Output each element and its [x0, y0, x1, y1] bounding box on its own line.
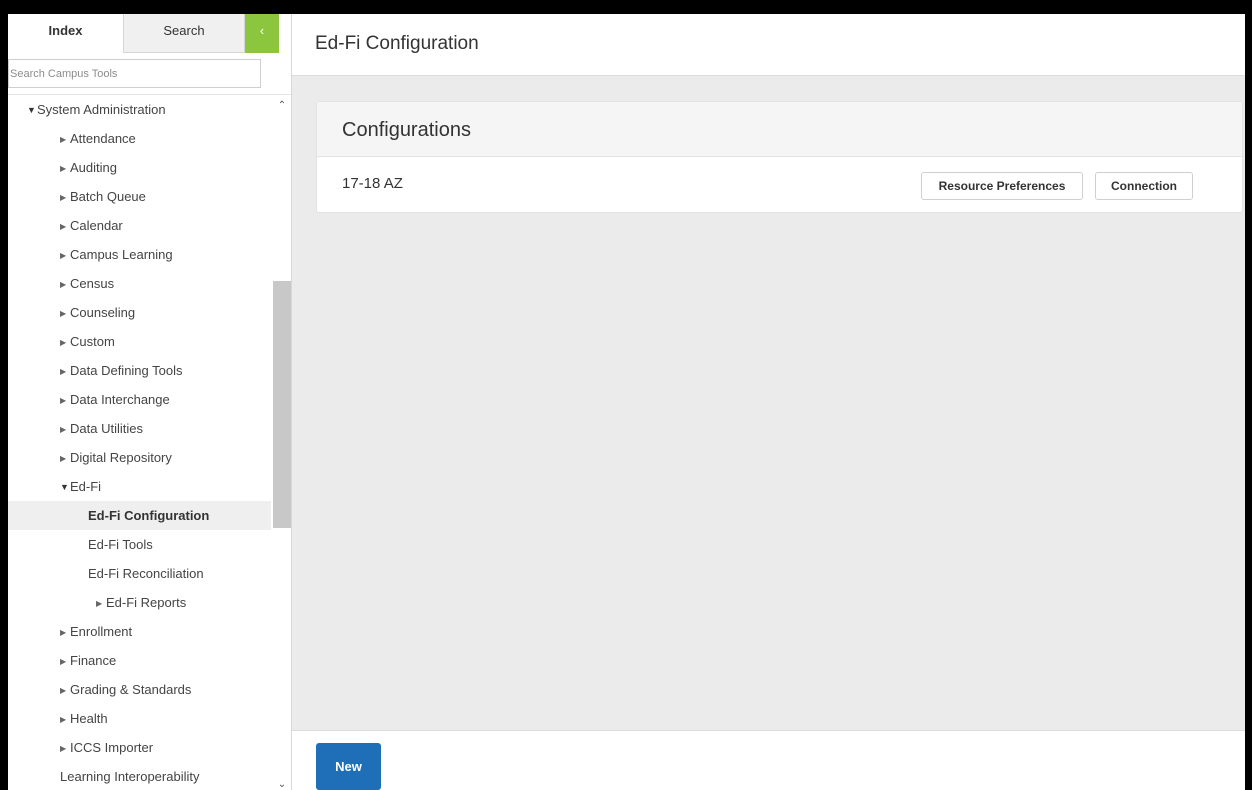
window-border-top [0, 0, 1252, 14]
tree-item-label: Finance [70, 653, 117, 668]
tree-item-attendance[interactable]: ▶ Attendance [8, 124, 271, 153]
configurations-panel: Configurations 17-18 AZ Resource Prefere… [316, 101, 1243, 213]
tree-item-label: Ed-Fi [70, 479, 102, 494]
configuration-name: 17-18 AZ [342, 175, 403, 192]
tree-item-iccs-importer[interactable]: ▶ ICCS Importer [8, 733, 271, 762]
triangle-right-icon: ▶ [60, 686, 67, 695]
tree-item-data-defining-tools[interactable]: ▶ Data Defining Tools [8, 356, 271, 385]
triangle-right-icon: ▶ [60, 425, 67, 434]
triangle-right-icon: ▶ [96, 599, 103, 608]
tree-item-label: Calendar [70, 218, 123, 233]
sidebar: Index Search ‹ ▼System Administration ▶A… [8, 14, 292, 790]
triangle-right-icon: ▶ [60, 628, 67, 637]
app-window: Index Search ‹ ▼System Administration ▶A… [0, 0, 1252, 790]
triangle-right-icon: ▶ [60, 396, 67, 405]
tree-item-label: Ed-Fi Tools [88, 537, 153, 552]
connection-button[interactable]: Connection [1095, 172, 1193, 200]
tree-item-label: ICCS Importer [70, 740, 154, 755]
triangle-right-icon: ▶ [60, 309, 67, 318]
triangle-right-icon: ▶ [60, 251, 67, 260]
tree-item-label: Ed-Fi Configuration [88, 508, 210, 523]
collapse-sidebar-button[interactable]: ‹ [245, 14, 279, 53]
tree-item-label: Census [70, 276, 115, 291]
tree-item-system-administration[interactable]: ▼System Administration [8, 95, 271, 124]
triangle-right-icon: ▶ [60, 715, 67, 724]
window-border-right [1245, 0, 1252, 790]
triangle-right-icon: ▶ [60, 222, 67, 231]
triangle-down-icon: ▼ [60, 482, 69, 492]
triangle-right-icon: ▶ [60, 193, 67, 202]
tree-item-label: System Administration [37, 102, 166, 117]
page-title: Ed-Fi Configuration [315, 33, 479, 54]
tree-item-label: Health [70, 711, 108, 726]
triangle-right-icon: ▶ [60, 657, 67, 666]
tree-item-label: Attendance [70, 131, 136, 146]
tree-item-health[interactable]: ▶ Health [8, 704, 271, 733]
tree-item-label: Data Defining Tools [70, 363, 183, 378]
tree-item-label: Data Utilities [70, 421, 143, 436]
tree-item-ed-fi-reports[interactable]: ▶ Ed-Fi Reports [8, 588, 271, 617]
tree-item-campus-learning[interactable]: ▶ Campus Learning [8, 240, 271, 269]
new-button[interactable]: New [316, 743, 381, 790]
page-header: Ed-Fi Configuration [292, 14, 1245, 76]
triangle-right-icon: ▶ [60, 164, 67, 173]
scroll-up-icon[interactable]: ⌃ [276, 100, 288, 112]
tool-tree: ▼System Administration ▶ Attendance ▶ Audi… [8, 94, 291, 790]
tree-item-label: Learning Interoperability [60, 769, 200, 784]
tree-item-label: Batch Queue [70, 189, 146, 204]
triangle-right-icon: ▶ [60, 338, 67, 347]
triangle-right-icon: ▶ [60, 454, 67, 463]
tree-item-label: Digital Repository [70, 450, 172, 465]
panel-title: Configurations [342, 119, 471, 141]
search-campus-tools-input[interactable] [8, 59, 261, 88]
tree-item-finance[interactable]: ▶ Finance [8, 646, 271, 675]
tree-item-data-interchange[interactable]: ▶ Data Interchange [8, 385, 271, 414]
tree-item-learning-interoperability[interactable]: Learning Interoperability [8, 762, 271, 790]
sidebar-tabs: Index Search ‹ [8, 14, 291, 53]
sidebar-scrollbar-thumb[interactable] [273, 281, 291, 528]
scroll-down-icon[interactable]: ⌄ [276, 779, 288, 790]
chevron-left-icon: ‹ [259, 23, 265, 38]
tab-search[interactable]: Search [123, 14, 245, 53]
tree-item-label: Custom [70, 334, 115, 349]
action-bar: New [292, 730, 1245, 790]
triangle-right-icon: ▶ [60, 135, 67, 144]
tree-item-census[interactable]: ▶ Census [8, 269, 271, 298]
tree-item-digital-repository[interactable]: ▶ Digital Repository [8, 443, 271, 472]
tree-item-ed-fi-reconciliation[interactable]: Ed-Fi Reconciliation [8, 559, 271, 588]
tree-item-label: Ed-Fi Reports [106, 595, 187, 610]
tree-item-ed-fi-tools[interactable]: Ed-Fi Tools [8, 530, 271, 559]
tree-item-auditing[interactable]: ▶ Auditing [8, 153, 271, 182]
tree-item-ed-fi[interactable]: ▼Ed-Fi [8, 472, 271, 501]
tree-item-label: Enrollment [70, 624, 133, 639]
tree-item-label: Data Interchange [70, 392, 170, 407]
tree-item-label: Auditing [70, 160, 117, 175]
tree-item-label: Grading & Standards [70, 682, 192, 697]
triangle-right-icon: ▶ [60, 280, 67, 289]
tree-item-custom[interactable]: ▶ Custom [8, 327, 271, 356]
triangle-right-icon: ▶ [60, 367, 67, 376]
tree-item-label: Campus Learning [70, 247, 173, 262]
panel-header: Configurations [317, 102, 1242, 157]
tree-item-batch-queue[interactable]: ▶ Batch Queue [8, 182, 271, 211]
tree-item-ed-fi-configuration[interactable]: Ed-Fi Configuration [8, 501, 271, 530]
tree-item-data-utilities[interactable]: ▶ Data Utilities [8, 414, 271, 443]
tree-item-enrollment[interactable]: ▶ Enrollment [8, 617, 271, 646]
tree-item-label: Ed-Fi Reconciliation [88, 566, 204, 581]
tree-item-calendar[interactable]: ▶ Calendar [8, 211, 271, 240]
triangle-right-icon: ▶ [60, 744, 67, 753]
window-border-left [0, 0, 8, 790]
tree-item-counseling[interactable]: ▶ Counseling [8, 298, 271, 327]
triangle-down-icon: ▼ [27, 105, 36, 115]
resource-preferences-button[interactable]: Resource Preferences [921, 172, 1083, 200]
tree-item-grading-standards[interactable]: ▶ Grading & Standards [8, 675, 271, 704]
main-content: Ed-Fi Configuration Configurations 17-18… [292, 14, 1245, 790]
tab-index[interactable]: Index [8, 14, 123, 53]
tree-item-label: Counseling [70, 305, 136, 320]
